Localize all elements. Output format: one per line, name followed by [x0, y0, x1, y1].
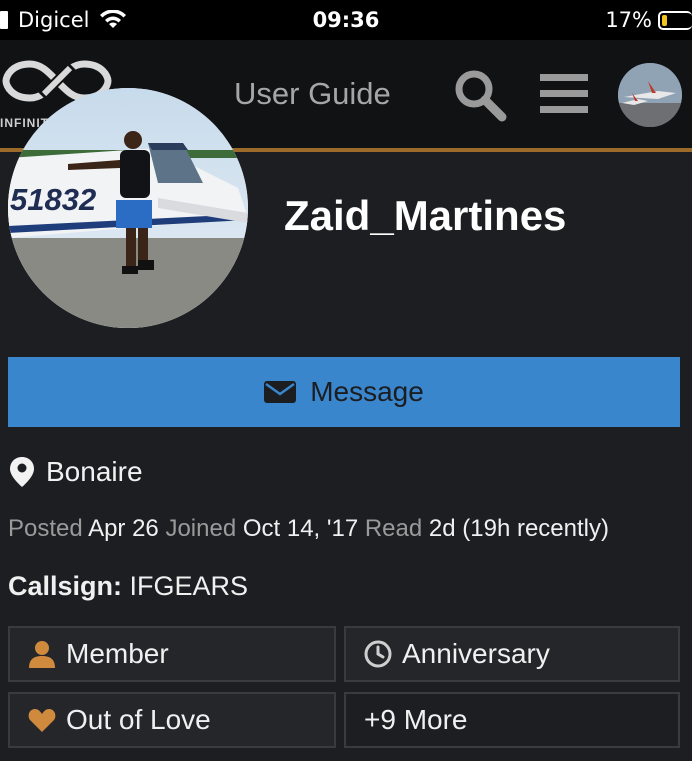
status-right: 17%: [605, 8, 692, 32]
status-time: 09:36: [312, 8, 380, 32]
tail-number: 51832: [10, 182, 97, 217]
message-button[interactable]: Message: [8, 357, 680, 427]
badge-label: Anniversary: [402, 638, 550, 669]
clock-icon: [364, 640, 392, 668]
header-title[interactable]: User Guide: [234, 76, 391, 112]
search-icon[interactable]: [452, 67, 508, 123]
badge-anniversary[interactable]: Anniversary: [344, 626, 680, 682]
badge-label: Member: [66, 638, 169, 669]
profile-avatar[interactable]: 51832: [8, 88, 248, 328]
user-stats: Posted Apr 26 Joined Oct 14, '17 Read 2d…: [8, 515, 609, 543]
map-pin-icon: [10, 457, 34, 487]
battery-icon: [658, 10, 692, 30]
posted-label: Posted: [8, 515, 83, 542]
message-button-label: Message: [310, 376, 424, 407]
heart-icon: [28, 709, 56, 732]
more-badges-label: +9 More: [364, 704, 468, 735]
username: Zaid_Martines: [284, 192, 567, 239]
battery-percent: 17%: [605, 8, 652, 32]
joined-value: Oct 14, '17: [242, 515, 359, 542]
person-icon: [29, 641, 55, 668]
envelope-icon: [264, 381, 297, 403]
badge-label: Out of Love: [66, 704, 211, 735]
location-text: Bonaire: [46, 456, 143, 487]
callsign: Callsign: IFGEARS: [8, 571, 248, 602]
callsign-label: Callsign:: [8, 571, 123, 601]
read-value: 2d (19h recently): [428, 515, 609, 542]
status-bar: Digicel 09:36 17%: [0, 0, 692, 40]
read-label: Read: [364, 515, 423, 542]
current-user-avatar[interactable]: [618, 63, 682, 127]
badge-member[interactable]: Member: [8, 626, 336, 682]
more-badges-button[interactable]: +9 More: [344, 692, 680, 748]
user-location: Bonaire: [10, 456, 143, 488]
menu-icon[interactable]: [540, 72, 588, 116]
callsign-value: IFGEARS: [129, 571, 249, 601]
posted-value: Apr 26: [88, 515, 159, 542]
badge-out-of-love[interactable]: Out of Love: [8, 692, 336, 748]
airplane-photo-icon: [618, 63, 682, 127]
joined-label: Joined: [165, 515, 237, 542]
